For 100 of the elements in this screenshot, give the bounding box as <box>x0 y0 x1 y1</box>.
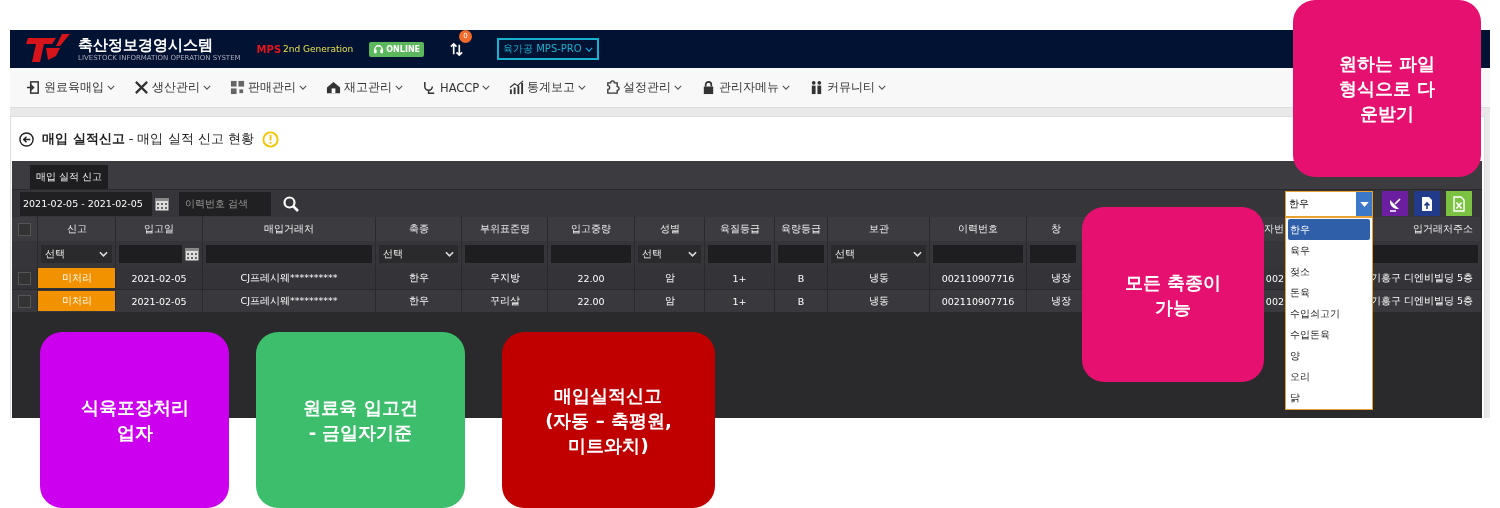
upload-button[interactable] <box>1414 191 1440 216</box>
callout-note: 원료육 입고건 - 금일자기준 <box>256 332 465 508</box>
caret-icon <box>1359 201 1369 207</box>
filter-field[interactable] <box>551 245 631 263</box>
export-button[interactable] <box>1382 191 1408 216</box>
file-upload-icon <box>1419 195 1435 212</box>
column-header[interactable]: 자번 <box>1264 222 1284 236</box>
filter-field[interactable] <box>933 245 1023 263</box>
column-header[interactable]: 입고일 <box>144 222 174 236</box>
chevron-icon <box>203 85 211 90</box>
menu-item[interactable]: HACCP <box>422 80 491 95</box>
callout-note: 원하는 파일 형식으로 다 운받기 <box>1293 0 1481 177</box>
chevron-icon <box>99 251 108 257</box>
filter-dropdown[interactable]: 선택 <box>638 245 701 263</box>
excel-export-button[interactable] <box>1446 191 1472 216</box>
dropdown-option[interactable]: 수입돈육 <box>1288 324 1370 345</box>
dropdown-option[interactable]: 양 <box>1288 345 1370 366</box>
dropdown-option[interactable]: 육우 <box>1288 240 1370 261</box>
column-header[interactable]: 이력번호 <box>958 222 998 236</box>
dropdown-option[interactable]: 돈육 <box>1288 282 1370 303</box>
search-field[interactable]: 이력번호 검색 <box>179 191 271 216</box>
callout-note: 식육포장처리 업자 <box>40 332 229 508</box>
filter-dropdown[interactable]: 선택 <box>379 245 458 263</box>
table-cell: 2021-02-05 <box>131 272 187 284</box>
date-range-field[interactable]: 2021-02-05 - 2021-02-05 <box>20 191 152 216</box>
table-cell: 냉동 <box>868 294 889 308</box>
dropdown-option[interactable]: 한우 <box>1288 219 1370 240</box>
column-header[interactable]: 육량등급 <box>781 222 821 236</box>
company-selector[interactable]: 육가공 MPS-PRO <box>497 38 599 60</box>
menu-item[interactable]: 재고관리 <box>326 80 403 95</box>
column-header[interactable]: 부위표준명 <box>479 222 530 236</box>
brand-name: 축산정보경영시스템 <box>78 36 214 54</box>
select-all-checkbox[interactable] <box>18 222 31 236</box>
headset-icon <box>373 43 385 55</box>
menu-item[interactable]: 관리자메뉴 <box>701 80 791 95</box>
dropdown-option[interactable]: 수입쇠고기 <box>1288 303 1370 324</box>
status-cell: 미처리 <box>38 291 116 311</box>
table-cell: 기흥구 디엔비빌딩 5층 <box>1370 294 1473 308</box>
search-icon[interactable] <box>283 195 299 212</box>
puzzle-icon <box>605 80 621 95</box>
table-cell: 002110907716 <box>941 295 1015 307</box>
tab[interactable]: 매입 실적 신고 <box>30 165 109 189</box>
species-dropdown[interactable]: 한우 <box>1285 191 1373 217</box>
menu-item[interactable]: 커뮤니티 <box>809 80 887 95</box>
table-cell: 한우 <box>408 271 429 285</box>
row-checkbox[interactable] <box>18 294 31 308</box>
menu-item[interactable]: 통계보고 <box>509 80 587 95</box>
generation-label: 2nd Generation <box>283 44 354 54</box>
column-header[interactable]: 육질등급 <box>719 222 760 236</box>
table-cell: 암 <box>664 294 675 308</box>
dropdown-option[interactable]: 닭 <box>1288 387 1370 408</box>
table-cell: 002 <box>1265 272 1284 284</box>
table-cell: 암 <box>664 271 675 285</box>
column-header[interactable]: 보관 <box>868 222 889 236</box>
column-header[interactable]: 매입거래처 <box>264 222 314 236</box>
column-header[interactable]: 성별 <box>659 222 680 236</box>
table-cell: 1+ <box>732 295 747 307</box>
date-filter-field[interactable] <box>119 245 182 263</box>
satellite-dish-icon <box>1387 195 1403 212</box>
table-cell: 냉동 <box>868 271 889 285</box>
row-checkbox[interactable] <box>18 271 31 285</box>
table-cell: 22.00 <box>577 295 605 307</box>
menu-item[interactable]: 설정관리 <box>605 80 683 95</box>
filter-dropdown[interactable]: 선택 <box>831 245 926 263</box>
menu-item[interactable]: 판매관리 <box>230 80 307 95</box>
table-cell: 꾸리살 <box>489 294 520 308</box>
table-cell: CJ프레시웨********** <box>240 271 338 285</box>
chevron-icon <box>578 85 587 90</box>
menu-item[interactable]: 생산관리 <box>134 80 211 95</box>
sync-icon[interactable] <box>450 41 464 57</box>
chevron-icon <box>482 85 491 90</box>
table-cell: 002 <box>1265 295 1284 307</box>
dropdown-option[interactable]: 오리 <box>1288 366 1370 387</box>
calendar-icon[interactable] <box>185 247 199 261</box>
table-cell: 2021-02-05 <box>131 295 187 307</box>
menu-item[interactable]: 원료육매입 <box>26 80 115 95</box>
column-header[interactable]: 입거래처주소 <box>1413 222 1473 236</box>
table-cell: 기흥구 디엔비빌딩 5층 <box>1370 271 1473 285</box>
door-icon <box>26 80 41 95</box>
column-header[interactable]: 신고 <box>66 222 87 236</box>
chart-icon <box>509 80 525 95</box>
table-cell: B <box>797 272 805 284</box>
filter-field[interactable] <box>206 245 372 263</box>
column-header[interactable]: 입고중량 <box>571 222 611 236</box>
filter-dropdown[interactable]: 선택 <box>41 245 112 263</box>
chevron-icon <box>445 251 454 257</box>
column-header[interactable]: 창 <box>1051 222 1061 236</box>
filter-field[interactable] <box>778 245 824 263</box>
filter-field[interactable] <box>708 245 771 263</box>
chevron-icon <box>782 85 791 90</box>
house-icon <box>326 80 341 95</box>
table-cell: 22.00 <box>577 272 605 284</box>
dropdown-option[interactable]: 젖소 <box>1288 261 1370 282</box>
filter-field[interactable] <box>465 245 544 263</box>
logo-icon <box>26 34 72 64</box>
chevron-icon <box>674 85 683 90</box>
online-badge: ONLINE <box>369 41 425 57</box>
column-header[interactable]: 축종 <box>408 222 429 236</box>
calendar-icon[interactable] <box>155 196 169 211</box>
filter-field[interactable] <box>1030 245 1076 263</box>
